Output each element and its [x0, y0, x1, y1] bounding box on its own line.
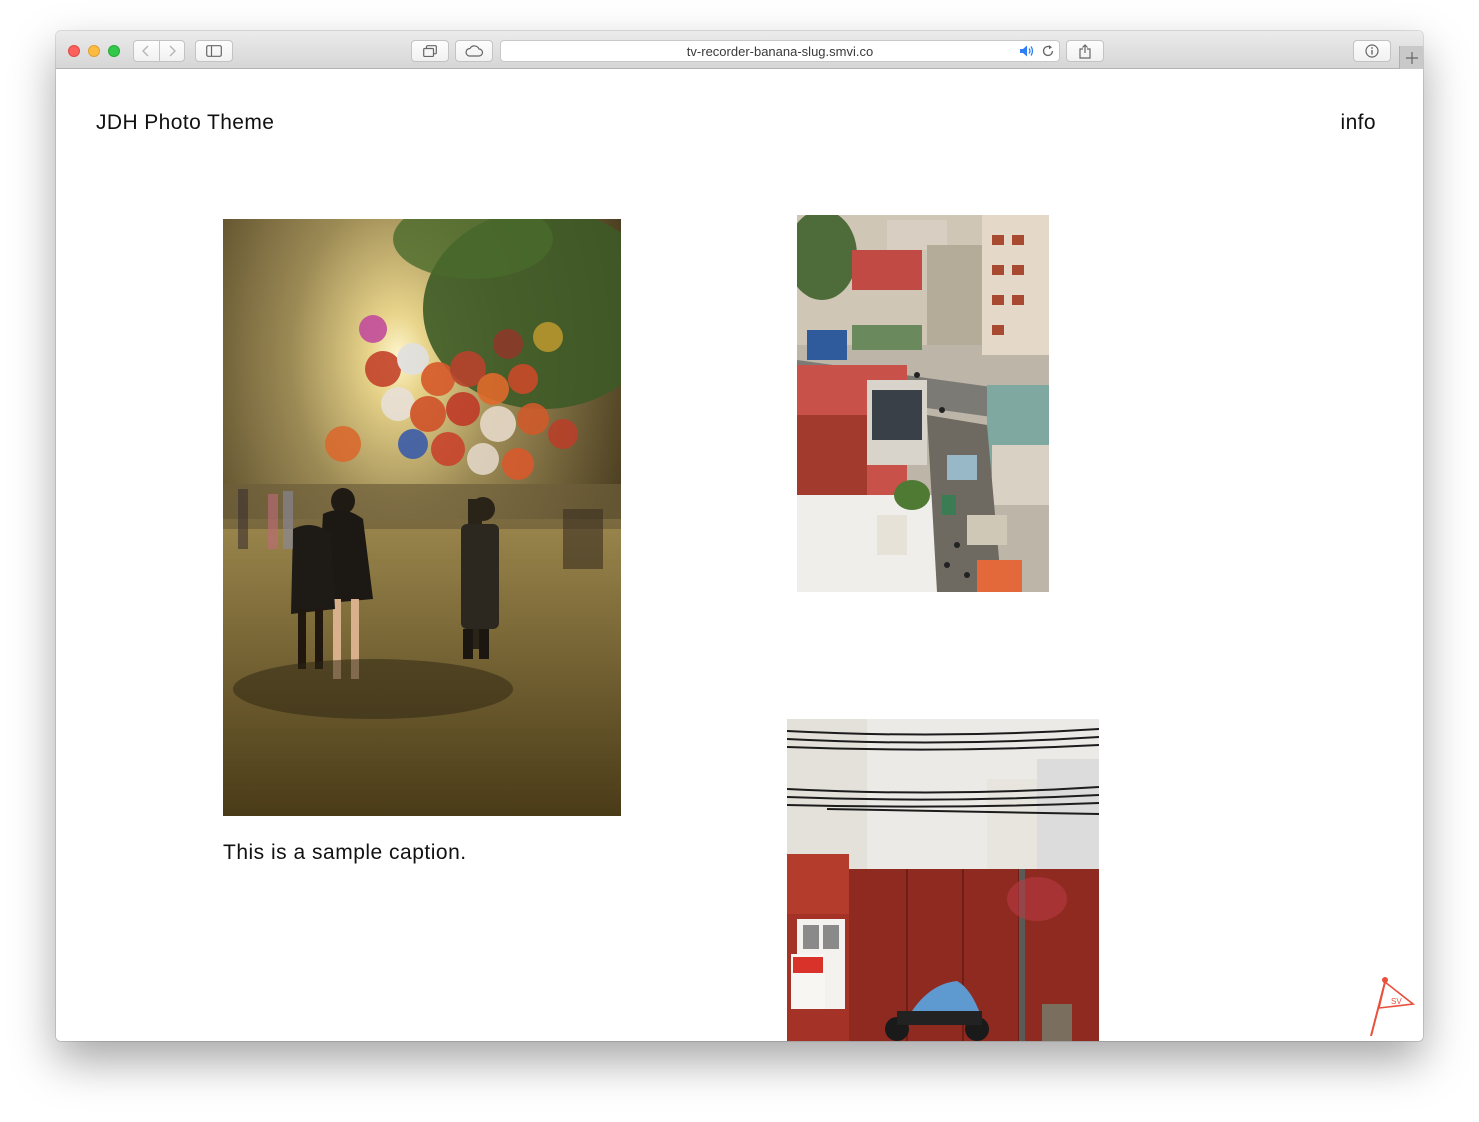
sidebar-button[interactable] — [195, 40, 233, 62]
share-icon — [1079, 43, 1091, 59]
history-nav-group — [133, 40, 185, 62]
reader-icon — [1365, 44, 1379, 58]
street-aerial-image — [797, 215, 1049, 592]
smvi-badge[interactable]: SV — [1365, 974, 1416, 1041]
balloon-vendor-image — [223, 219, 621, 816]
red-gate-image — [787, 719, 1099, 1041]
reload-icon[interactable] — [1041, 44, 1055, 58]
flag-icon: SV — [1370, 977, 1416, 1037]
forward-icon — [169, 45, 176, 57]
page-content: JDH Photo Theme info This is a sample ca… — [56, 69, 1423, 1041]
site-title[interactable]: JDH Photo Theme — [96, 111, 274, 135]
share-button[interactable] — [1066, 40, 1104, 62]
reader-info-button[interactable] — [1353, 40, 1391, 62]
badge-letters: SV — [1391, 997, 1402, 1006]
close-window-button[interactable] — [68, 45, 80, 57]
address-icons — [1019, 43, 1055, 59]
photo-caption: This is a sample caption. — [223, 841, 467, 864]
back-icon — [142, 45, 149, 57]
red-gate-photo[interactable] — [787, 719, 1099, 1041]
browser-window: tv-recorder-banana-slug.smvi.co JDH Phot… — [56, 31, 1423, 1041]
tabs-icon — [423, 45, 437, 57]
address-text: tv-recorder-banana-slug.smvi.co — [686, 43, 874, 59]
address-bar[interactable]: tv-recorder-banana-slug.smvi.co — [500, 40, 1060, 62]
plus-icon — [1405, 51, 1418, 64]
minimize-window-button[interactable] — [88, 45, 100, 57]
icloud-tabs-button[interactable] — [455, 40, 493, 62]
back-button[interactable] — [134, 41, 159, 61]
new-tab-button[interactable] — [1399, 46, 1423, 69]
speaker-icon[interactable] — [1019, 44, 1035, 58]
info-link[interactable]: info — [1341, 111, 1376, 135]
show-all-tabs-button[interactable] — [411, 40, 449, 62]
balloon-vendor-photo[interactable] — [223, 219, 621, 816]
street-aerial-photo[interactable] — [797, 215, 1049, 592]
zoom-window-button[interactable] — [108, 45, 120, 57]
forward-button[interactable] — [158, 41, 185, 61]
sidebar-icon — [206, 45, 222, 57]
icloud-icon — [465, 45, 484, 57]
browser-toolbar: tv-recorder-banana-slug.smvi.co — [56, 31, 1423, 69]
